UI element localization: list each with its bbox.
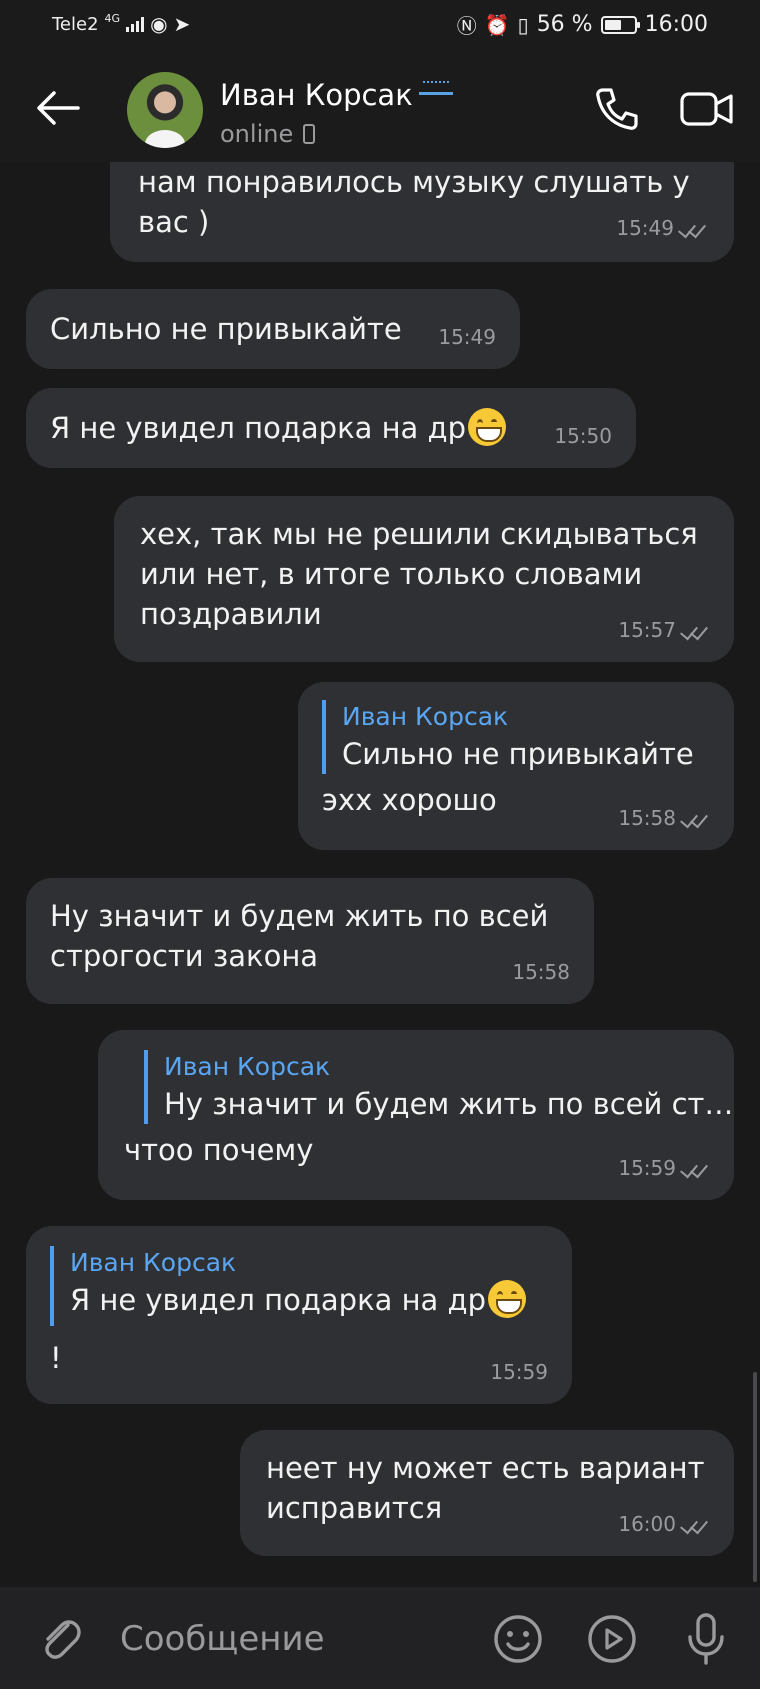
video-call-button[interactable]	[676, 80, 738, 138]
message-text: чтоо почему	[124, 1133, 314, 1167]
time-label: 15:59	[490, 1360, 548, 1384]
read-check-icon	[682, 1517, 708, 1531]
message-text-line: Я не увидел подарка на др	[50, 408, 612, 448]
reply-quote[interactable]: Иван Корсак Я не увидел подарка на др	[50, 1246, 526, 1326]
read-check-icon	[682, 811, 708, 825]
message-incoming[interactable]: Ну значит и будем жить по всей строгости…	[26, 878, 594, 1004]
reply-text: Ну значит и будем жить по всей ст…	[164, 1087, 734, 1121]
read-check-icon	[682, 623, 708, 637]
video-camera-icon	[680, 92, 733, 126]
message-time: 15:59	[490, 1352, 548, 1392]
vibrate-icon: ▯	[517, 12, 529, 37]
message-outgoing-reply[interactable]: Иван Корсак Сильно не привыкайте эхх хор…	[298, 682, 734, 850]
message-time: 16:00	[618, 1504, 708, 1544]
message-composer	[0, 1587, 760, 1689]
battery-icon	[600, 15, 640, 34]
telegram-icon: ➤	[173, 12, 191, 36]
voice-message-button[interactable]	[676, 1609, 736, 1669]
time-label: 15:59	[618, 1156, 676, 1180]
message-time: 15:58	[618, 798, 708, 838]
grinning-emoji-icon	[487, 1280, 526, 1318]
emoji-button[interactable]	[488, 1609, 548, 1669]
signal-icon	[126, 16, 145, 32]
message-incoming[interactable]: Сильно не привыкайте 15:49	[26, 289, 520, 369]
network-type: 4G	[104, 11, 121, 25]
contact-name-text: Иван Корсак	[220, 78, 413, 112]
message-outgoing[interactable]: нам понравилось музыку слушать у вас ) 1…	[110, 162, 734, 262]
message-input[interactable]	[120, 1613, 460, 1665]
message-text: !	[50, 1341, 62, 1375]
reply-author: Иван Корсак	[70, 1248, 237, 1277]
message-outgoing[interactable]: неет ну может есть вариант исправится 16…	[240, 1430, 734, 1556]
message-text: Я не увидел подарка на др	[50, 411, 466, 445]
message-time: 15:58	[512, 952, 570, 992]
avatar[interactable]	[127, 72, 203, 148]
reply-text-line: Я не увидел подарка на др	[70, 1280, 526, 1320]
message-incoming-reply[interactable]: Иван Корсак Я не увидел подарка на др ! …	[26, 1226, 572, 1404]
read-check-icon	[680, 221, 706, 235]
gif-button[interactable]	[582, 1609, 642, 1669]
alarm-icon: ⏰	[484, 12, 510, 37]
back-button[interactable]	[30, 80, 86, 136]
reply-quote[interactable]: Иван Корсак Ну значит и будем жить по вс…	[144, 1050, 733, 1124]
message-time: 15:57	[618, 610, 708, 650]
eye-icon: ◉	[150, 12, 168, 36]
play-circle-icon	[588, 1615, 636, 1663]
time-label: 15:49	[438, 325, 496, 349]
message-incoming[interactable]: Я не увидел подарка на др 15:50	[26, 388, 636, 468]
read-check-icon	[682, 1161, 708, 1175]
time-label: 15:57	[618, 618, 676, 642]
phone-icon	[596, 88, 638, 130]
time-label: 16:00	[618, 1512, 676, 1536]
message-outgoing-reply[interactable]: Иван Корсак Ну значит и будем жить по вс…	[98, 1030, 734, 1200]
microphone-icon	[688, 1613, 724, 1665]
contact-name[interactable]: Иван Корсак	[220, 78, 453, 112]
scrollbar[interactable]	[753, 1372, 757, 1582]
reply-text: Сильно не привыкайте	[342, 737, 694, 771]
attach-button[interactable]	[30, 1609, 90, 1669]
paperclip-icon	[45, 1620, 81, 1659]
time-label: 15:49	[616, 216, 674, 240]
reply-text: Я не увидел подарка на др	[70, 1283, 486, 1317]
time-label: 15:58	[618, 806, 676, 830]
status-right: Ⓝ ⏰ ▯ 56 % 16:00	[457, 10, 708, 39]
message-time: 15:50	[554, 416, 612, 456]
reply-author: Иван Корсак	[342, 702, 509, 731]
message-text: Ну значит и будем жить по всей строгости…	[50, 899, 549, 973]
message-time: 15:49	[438, 317, 496, 357]
battery-percent: 56 %	[536, 12, 593, 37]
chat-header: Иван Корсак online	[0, 50, 760, 162]
grinning-emoji-icon	[467, 408, 506, 446]
status-left: Tele2 4G ◉ ➤	[52, 11, 191, 37]
message-outgoing[interactable]: хех, так мы не решили скидываться или не…	[114, 496, 734, 662]
carrier-label: Tele2	[52, 13, 99, 35]
message-time: 15:59	[618, 1148, 708, 1188]
time-label: 15:58	[512, 960, 570, 984]
reply-quote[interactable]: Иван Корсак Сильно не привыкайте	[322, 700, 694, 774]
call-button[interactable]	[588, 80, 646, 138]
message-text: эхх хорошо	[322, 783, 497, 817]
reply-author: Иван Корсак	[164, 1052, 331, 1081]
clock: 16:00	[644, 12, 708, 37]
mobile-device-icon	[303, 124, 316, 144]
message-text: Сильно не привыкайте	[50, 312, 402, 346]
smile-icon	[494, 1615, 542, 1663]
club-badge-icon	[418, 79, 453, 95]
online-status: online	[220, 120, 294, 148]
nfc-icon: Ⓝ	[456, 14, 477, 38]
arrow-left-icon	[37, 91, 80, 125]
time-label: 15:50	[554, 424, 612, 448]
message-time: 15:49	[616, 208, 706, 248]
contact-status: online	[220, 120, 316, 148]
status-bar: Tele2 4G ◉ ➤ Ⓝ ⏰ ▯ 56 % 16:00	[0, 0, 760, 50]
message-list[interactable]: нам понравилось музыку слушать у вас ) 1…	[0, 162, 760, 1587]
